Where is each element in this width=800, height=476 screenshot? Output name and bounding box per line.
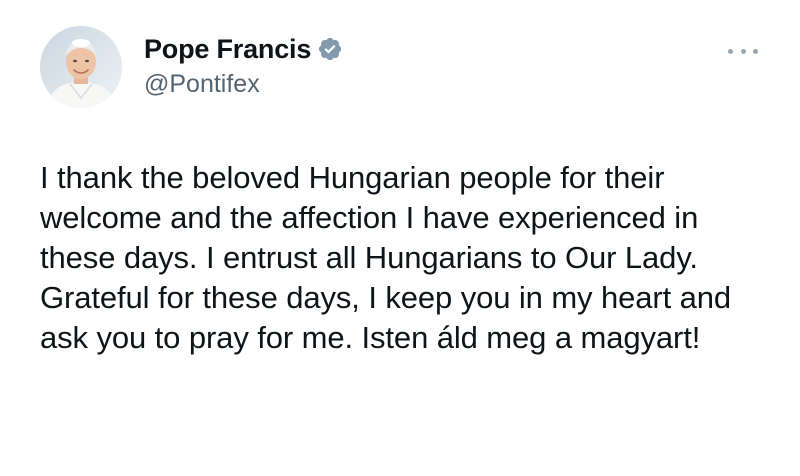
author-handle[interactable]: @Pontifex bbox=[144, 68, 343, 100]
author-display-name[interactable]: Pope Francis bbox=[144, 32, 311, 66]
tweet-card: Pope Francis @Pontifex I thank the belov… bbox=[0, 0, 800, 476]
name-row: Pope Francis bbox=[144, 32, 343, 66]
more-dot bbox=[728, 48, 733, 54]
more-options-icon[interactable] bbox=[728, 44, 758, 58]
tweet-text: I thank the beloved Hungarian people for… bbox=[40, 160, 732, 355]
more-dot bbox=[753, 48, 758, 54]
verified-badge-icon bbox=[317, 36, 343, 62]
author-identity: Pope Francis @Pontifex bbox=[144, 32, 343, 100]
tweet-header: Pope Francis @Pontifex bbox=[40, 26, 770, 110]
avatar-image bbox=[40, 26, 122, 108]
avatar[interactable] bbox=[40, 26, 122, 108]
more-dot bbox=[740, 48, 746, 54]
